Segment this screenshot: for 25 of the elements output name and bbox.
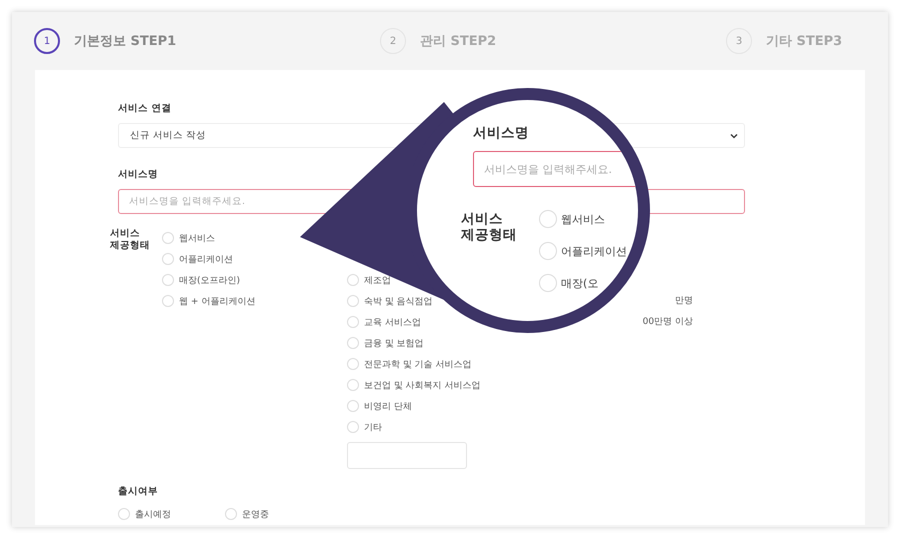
option-label: 웹서비스 xyxy=(179,232,215,244)
option-label: 00만명 이상 xyxy=(642,316,693,329)
field-label: 서비스명 xyxy=(473,124,530,142)
option-label: 금융 및 보험업 xyxy=(364,338,424,350)
option-label: 출시예정 xyxy=(135,508,171,520)
option-label: 비영리 단체 xyxy=(364,400,412,412)
option-label: 운영중 xyxy=(242,508,269,520)
option-label: 만명 xyxy=(675,295,693,308)
option-label: 교육 서비스업 xyxy=(364,316,421,328)
option-label: 숙박 및 음식점업 xyxy=(364,296,433,308)
option-label: 기타 xyxy=(364,422,382,434)
field-label: 출시여부 xyxy=(118,485,158,498)
field-label: 서비스명 xyxy=(118,168,158,181)
field-label: 서비스 제공형태 xyxy=(461,211,518,245)
option-label: 매장(오프라인) xyxy=(179,274,240,286)
option-label: 어플리케이션 xyxy=(561,244,627,258)
option-label: 전문과학 및 기술 서비스업 xyxy=(364,358,472,370)
field-label: 서비스 제공형태 xyxy=(110,228,151,253)
field-label: 서비스 연결 xyxy=(118,102,172,115)
option-label: 웹서비스 xyxy=(561,212,605,226)
option-label: 매장(오 xyxy=(561,276,598,290)
option-label: 웹 + 어플리케이션 xyxy=(179,296,256,308)
option-label: 보건업 및 사회복지 서비스업 xyxy=(364,380,481,392)
option-label: 제조업 xyxy=(364,274,391,286)
option-label: 어플리케이션 xyxy=(179,254,233,266)
